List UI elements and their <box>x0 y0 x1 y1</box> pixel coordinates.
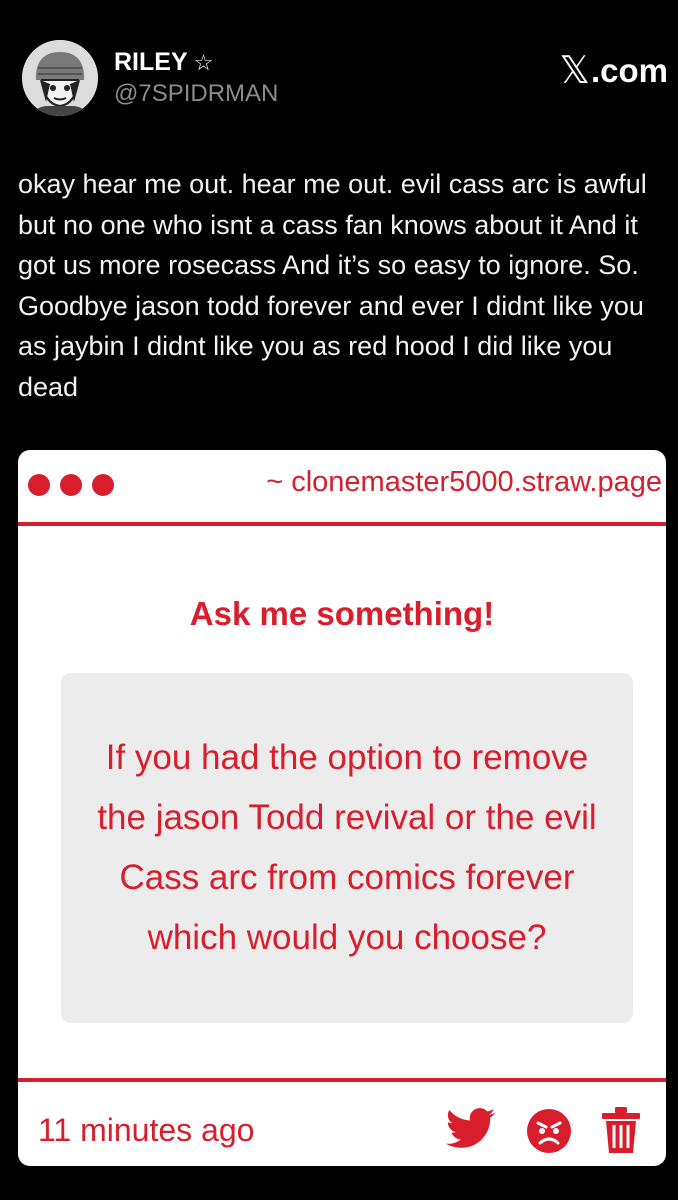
star-icon: ☆ <box>193 49 214 75</box>
question-text: If you had the option to remove the jaso… <box>97 738 597 957</box>
page-url[interactable]: ~ clonemaster5000.straw.page <box>266 466 662 499</box>
user-handle[interactable]: @7SPIDRMAN <box>114 80 278 108</box>
window-dot-icon <box>60 474 82 496</box>
display-name-text: RILEY <box>114 48 188 76</box>
timestamp: 11 minutes ago <box>38 1112 255 1148</box>
window-dot-icon <box>92 474 114 496</box>
window-dot-icon <box>28 474 50 496</box>
card-top-bar: ~ clonemaster5000.straw.page <box>18 450 666 526</box>
twitter-bird-icon[interactable] <box>445 1108 496 1155</box>
angry-face-icon[interactable] <box>526 1108 572 1159</box>
question-box: If you had the option to remove the jaso… <box>61 673 633 1023</box>
trash-icon[interactable] <box>600 1106 642 1159</box>
card-footer: 11 minutes ago <box>18 1078 666 1166</box>
embedded-ask-card: ~ clonemaster5000.straw.page Ask me some… <box>18 450 666 1166</box>
x-com-label: 𝕏 .com <box>559 48 668 93</box>
avatar-drawing <box>22 40 98 116</box>
x-logo-icon: 𝕏 <box>559 50 590 92</box>
x-com-text: .com <box>590 51 668 89</box>
display-name[interactable]: RILEY ☆ <box>114 48 213 77</box>
avatar[interactable] <box>22 40 98 116</box>
tweet-text: okay hear me out. hear me out. evil cass… <box>18 169 647 402</box>
ask-title: Ask me something! <box>189 595 495 632</box>
